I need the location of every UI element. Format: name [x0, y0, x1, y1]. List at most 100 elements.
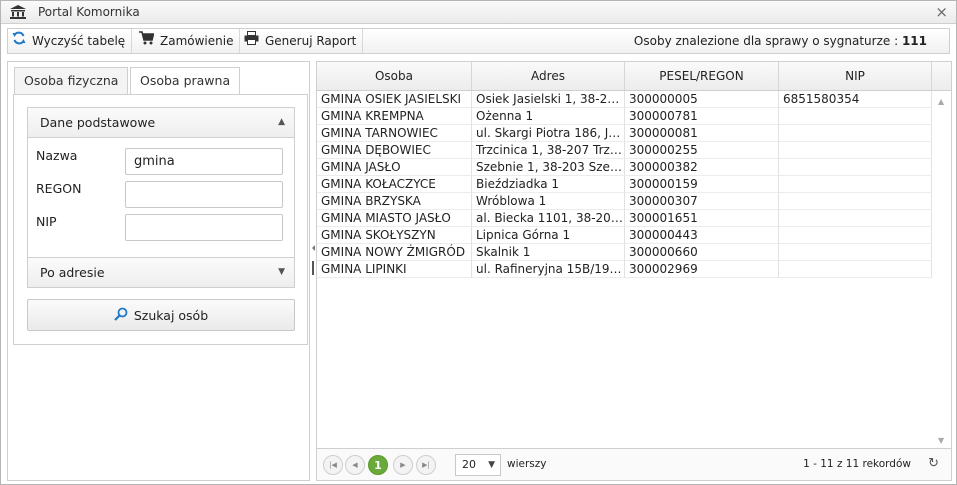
column-header-pesel-regon[interactable]: PESEL/REGON: [625, 62, 779, 90]
table-row[interactable]: GMINA TARNOWIEC ul. Skargi Piotra 186, Ja…: [317, 125, 932, 142]
cell-address: Lipnica Górna 1: [472, 227, 625, 244]
cell-person: GMINA BRZYSKA: [317, 193, 472, 210]
page-size-value: 20: [462, 458, 476, 471]
found-prefix: Osoby znalezione dla sprawy o sygnaturze…: [633, 34, 899, 48]
search-panel: Osoba fizyczna Osoba prawna Dane podstaw…: [7, 61, 310, 481]
collapse-left-icon[interactable]: [312, 245, 315, 251]
vertical-scrollbar[interactable]: ▲ ▼: [934, 91, 951, 447]
table-row[interactable]: GMINA OSIEK JASIELSKI Osiek Jasielski 1, …: [317, 91, 932, 108]
cell-pesel-regon: 300000159: [625, 176, 779, 193]
search-persons-label: Szukaj osób: [133, 307, 209, 323]
cell-address: Wróblowa 1: [472, 193, 625, 210]
cell-address: ul. Rafineryjna 15B/19, 3...: [472, 261, 625, 278]
table-row[interactable]: GMINA SKOŁYSZYN Lipnica Górna 1 300000443: [317, 227, 932, 244]
nip-label: NIP: [36, 214, 57, 229]
cell-person: GMINA KREMPNA: [317, 108, 472, 125]
cell-pesel-regon: 300000081: [625, 125, 779, 142]
table-row[interactable]: GMINA JASŁO Szebnie 1, 38-203 Szebnie 3000…: [317, 159, 932, 176]
page-size-select[interactable]: 20 ▼: [455, 454, 501, 476]
cell-address: Szebnie 1, 38-203 Szebnie: [472, 159, 625, 176]
basic-data-header[interactable]: Dane podstawowe ▲: [28, 108, 294, 137]
cell-address: Ożenna 1: [472, 108, 625, 125]
title-bar: Portal Komornika ×: [1, 1, 956, 24]
grid-body: GMINA OSIEK JASIELSKI Osiek Jasielski 1, …: [317, 91, 951, 447]
printer-icon: [244, 29, 259, 53]
table-row[interactable]: GMINA LIPINKI ul. Rafineryjna 15B/19, 3..…: [317, 261, 932, 278]
address-section: Po adresie ▼: [27, 257, 295, 288]
order-label: Zamówienie: [160, 34, 234, 48]
table-row[interactable]: GMINA KREMPNA Ożenna 1 300000781: [317, 108, 932, 125]
app-window: Portal Komornika × Wyczyść tabelę Zamówi…: [0, 0, 957, 485]
cell-nip: [779, 193, 932, 210]
column-header-person[interactable]: Osoba: [317, 62, 472, 90]
reload-icon[interactable]: ↻: [928, 456, 939, 471]
last-page-icon[interactable]: ▶|: [416, 455, 436, 475]
clear-table-button[interactable]: Wyczyść tabelę: [8, 29, 133, 53]
cell-person: GMINA OSIEK JASIELSKI: [317, 91, 472, 108]
close-icon[interactable]: ×: [935, 3, 948, 21]
rows-label: wierszy: [507, 458, 547, 470]
cell-person: GMINA KOŁACZYCE: [317, 176, 472, 193]
tab-natural-person[interactable]: Osoba fizyczna: [14, 67, 129, 94]
table-row[interactable]: GMINA KOŁACZYCE Bieździadka 1 300000159: [317, 176, 932, 193]
toolbar: Wyczyść tabelę Zamówienie Generuj Raport…: [7, 28, 950, 54]
cell-nip: [779, 244, 932, 261]
address-header[interactable]: Po adresie ▼: [28, 258, 294, 287]
cell-nip: [779, 159, 932, 176]
cell-address: Bieździadka 1: [472, 176, 625, 193]
search-persons-button[interactable]: Szukaj osób: [27, 299, 295, 331]
cell-nip: [779, 108, 932, 125]
cell-pesel-regon: 300000307: [625, 193, 779, 210]
table-row[interactable]: GMINA MIASTO JASŁO al. Biecka 1101, 38-20…: [317, 210, 932, 227]
records-info: 1 - 11 z 11 rekordów: [803, 458, 911, 470]
cell-pesel-regon: 300001651: [625, 210, 779, 227]
cell-nip: [779, 176, 932, 193]
cell-address: Skalnik 1: [472, 244, 625, 261]
tab-legal-person[interactable]: Osoba prawna: [130, 67, 241, 95]
next-page-icon[interactable]: ▶: [393, 455, 413, 475]
name-input[interactable]: [125, 148, 283, 175]
name-label: Nazwa: [36, 148, 78, 163]
expand-down-icon: ▼: [278, 267, 285, 277]
column-header-nip[interactable]: NIP: [779, 62, 932, 90]
basic-data-title: Dane podstawowe: [40, 115, 156, 130]
cell-address: al. Biecka 1101, 38-200 ...: [472, 210, 625, 227]
table-row[interactable]: GMINA NOWY ŻMIGRÓD Skalnik 1 300000660: [317, 244, 932, 261]
scroll-down-icon[interactable]: ▼: [938, 436, 944, 445]
cell-pesel-regon: 300000660: [625, 244, 779, 261]
regon-input[interactable]: [125, 181, 283, 208]
regon-label: REGON: [36, 181, 82, 196]
generate-report-button[interactable]: Generuj Raport: [240, 29, 364, 53]
prev-page-icon[interactable]: ◀: [345, 455, 365, 475]
window-title: Portal Komornika: [38, 5, 140, 19]
table-row[interactable]: GMINA BRZYSKA Wróblowa 1 300000307: [317, 193, 932, 210]
cell-person: GMINA DĘBOWIEC: [317, 142, 472, 159]
first-page-icon[interactable]: |◀: [323, 455, 343, 475]
refresh-icon: [12, 29, 26, 53]
dropdown-caret-icon: ▼: [488, 460, 495, 470]
order-button[interactable]: Zamówienie: [135, 29, 241, 53]
cell-pesel-regon: 300000255: [625, 142, 779, 159]
cell-address: ul. Skargi Piotra 186, Jasło: [472, 125, 625, 142]
current-page-button[interactable]: 1: [368, 455, 388, 475]
scroll-up-icon[interactable]: ▲: [938, 97, 944, 106]
nip-input[interactable]: [125, 214, 283, 241]
collapse-up-icon: ▲: [278, 117, 285, 127]
cart-icon: [139, 29, 155, 53]
column-header-address[interactable]: Adres: [472, 62, 625, 90]
results-grid: Osoba Adres PESEL/REGON NIP GMINA OSIEK …: [316, 61, 952, 481]
splitter-handle[interactable]: [312, 261, 314, 275]
cell-address: Trzcinica 1, 38-207 Trzci...: [472, 142, 625, 159]
found-count-text: Osoby znalezione dla sprawy o sygnaturze…: [634, 29, 927, 53]
cell-nip: [779, 261, 932, 278]
cell-nip: [779, 142, 932, 159]
address-title: Po adresie: [40, 265, 105, 280]
cell-person: GMINA JASŁO: [317, 159, 472, 176]
cell-nip: [779, 210, 932, 227]
cell-address: Osiek Jasielski 1, 38-223 ...: [472, 91, 625, 108]
table-row[interactable]: GMINA DĘBOWIEC Trzcinica 1, 38-207 Trzci.…: [317, 142, 932, 159]
person-type-tabs: Osoba fizyczna Osoba prawna: [14, 67, 309, 95]
cell-person: GMINA SKOŁYSZYN: [317, 227, 472, 244]
cell-pesel-regon: 300000005: [625, 91, 779, 108]
clear-table-label: Wyczyść tabelę: [32, 34, 126, 48]
